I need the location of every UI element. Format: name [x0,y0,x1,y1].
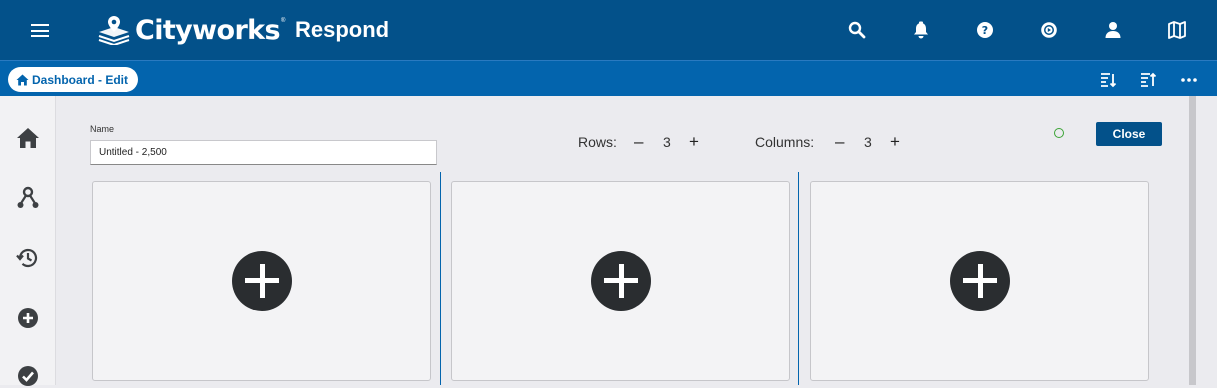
rows-decrement-button[interactable]: – [634,133,643,151]
close-button[interactable]: Close [1096,122,1162,146]
more-options-icon[interactable] [1179,70,1199,90]
cityworks-logo-mark [98,16,130,45]
add-icon[interactable] [16,306,40,330]
notifications-bell-icon[interactable] [910,19,932,41]
dashboard-name-input[interactable] [90,140,437,165]
dashboard-panel [451,181,790,381]
breadcrumb-label: Dashboard - Edit [32,72,129,87]
sort-descending-icon[interactable] [1098,70,1118,90]
settings-icon[interactable] [1038,19,1060,41]
add-widget-icon[interactable] [232,251,292,311]
map-icon[interactable] [1166,19,1188,41]
scrollbar-thumb[interactable] [1189,96,1196,385]
svg-text:?: ? [982,24,988,37]
dashboard-editor: Name Rows: – 3 + Columns: – 3 + Close [57,96,1187,385]
status-indicator [1054,128,1064,138]
context-toolbar: Dashboard - Edit [0,60,1217,96]
dashboard-panel [92,181,431,381]
breadcrumb[interactable]: Dashboard - Edit [8,67,139,92]
name-field-label: Name [90,124,115,134]
cityworks-logo: Cityworks ® [97,12,285,48]
column-divider[interactable] [798,172,799,385]
home-icon[interactable] [16,126,40,150]
brand-name: Cityworks [135,14,281,46]
rows-increment-button[interactable]: + [689,133,699,151]
workflow-icon[interactable] [16,186,40,210]
top-navigation-bar: Cityworks ® Respond ? [0,0,1217,60]
help-icon[interactable]: ? [974,19,996,41]
columns-label: Columns: [755,134,815,150]
rows-value: 3 [663,134,671,150]
columns-value: 3 [864,134,872,150]
sidebar [0,96,56,388]
brand-trademark: ® [281,18,286,24]
search-icon[interactable] [846,19,868,41]
history-icon[interactable] [16,246,40,270]
home-icon [16,74,29,85]
rows-label: Rows: [578,134,617,150]
add-widget-icon[interactable] [591,251,651,311]
user-icon[interactable] [1102,19,1124,41]
sort-ascending-icon[interactable] [1138,70,1158,90]
add-widget-icon[interactable] [950,251,1010,311]
column-divider[interactable] [440,172,441,385]
columns-decrement-button[interactable]: – [835,133,844,151]
dashboard-panel [810,181,1149,381]
menu-icon[interactable] [31,24,49,37]
check-icon[interactable] [16,364,40,388]
columns-increment-button[interactable]: + [890,133,900,151]
app-title: Respond [295,17,390,42]
